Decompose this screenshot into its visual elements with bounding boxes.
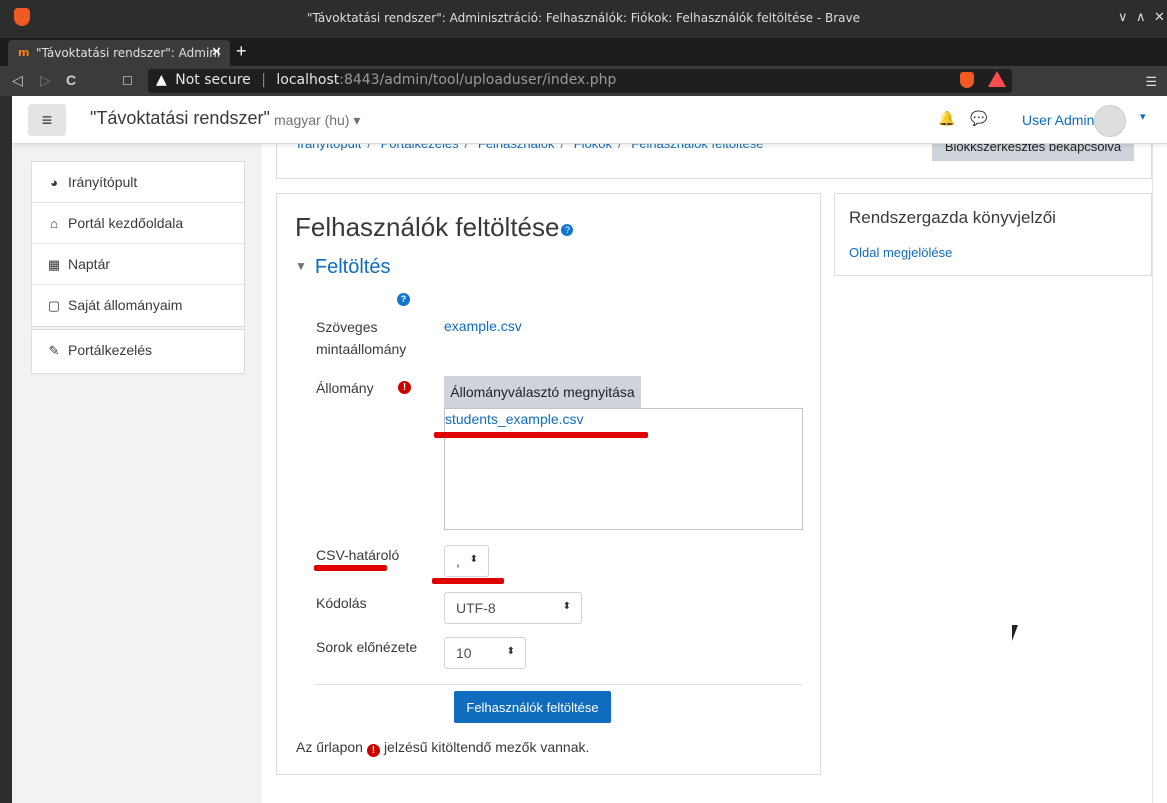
- window-title: "Távoktatási rendszer": Adminisztráció: …: [306, 11, 861, 25]
- required-icon: !: [398, 381, 411, 394]
- help-icon[interactable]: ?: [561, 224, 574, 236]
- nav-drawer: ◕ Irányítópult ⌂ Portál kezdőoldala ▦ Naptá…: [31, 161, 245, 327]
- dashboard-icon: ◕: [50, 175, 58, 190]
- drawer-toggle-button[interactable]: ≡: [28, 104, 66, 136]
- tab-bar: m "Távoktatási rendszer": Admini ✕: [0, 38, 1167, 66]
- tab-title: "Távoktatási rendszer": Admini: [36, 46, 221, 60]
- address-bar[interactable]: ▲ Not secure | localhost:8443/admin/tool…: [148, 69, 1012, 93]
- language-menu[interactable]: magyar (hu) ▾: [274, 112, 360, 129]
- security-label[interactable]: Not secure: [175, 72, 251, 88]
- back-icon[interactable]: ◁: [12, 72, 23, 89]
- annotation-underline: [434, 432, 648, 438]
- notifications-icon[interactable]: 🔔: [938, 110, 955, 127]
- reload-icon[interactable]: C: [66, 72, 76, 88]
- bookmark-icon[interactable]: ☐: [122, 74, 133, 88]
- required-fields-note: Az űrlapon! jelzésű kitöltendő mezők vann…: [296, 739, 590, 757]
- sample-file-label: Szöveges mintaállomány: [316, 319, 407, 357]
- warning-icon: ▲: [156, 72, 167, 88]
- upload-users-button[interactable]: Felhasználók feltöltése: [454, 691, 611, 723]
- preview-rows-label: Sorok előnézete: [316, 639, 418, 655]
- sidebar-item-site-admin[interactable]: ✎ Portálkezelés: [32, 330, 244, 373]
- forward-icon[interactable]: ▷: [40, 72, 51, 89]
- page-title: Felhasználók feltöltése?: [295, 212, 574, 243]
- section-upload[interactable]: ▼ Feltöltés: [295, 256, 390, 279]
- file-icon: ▢: [47, 298, 61, 313]
- new-tab-icon[interactable]: +: [236, 41, 247, 62]
- block-title: Rendszergazda könyvjelzői: [849, 208, 1056, 227]
- url-host: localhost: [276, 72, 340, 88]
- toolbar: ◁ ▷ C ☐ ▲ Not secure | localhost:8443/ad…: [0, 66, 1167, 96]
- maximize-icon[interactable]: ∧: [1136, 9, 1146, 25]
- brave-rewards-icon[interactable]: [988, 71, 1006, 87]
- brave-shields-icon[interactable]: [960, 72, 974, 88]
- nav-drawer-admin: ✎ Portálkezelés: [31, 329, 245, 374]
- annotation-underline: [432, 578, 504, 584]
- example-csv-link[interactable]: example.csv: [444, 318, 522, 334]
- url-path: :8443/admin/tool/uploaduser/index.php: [339, 72, 617, 88]
- preview-rows-select[interactable]: 10 ⬍: [444, 637, 526, 669]
- sidebar-item-label: Naptár: [68, 256, 111, 272]
- admin-bookmarks-block: [834, 193, 1152, 276]
- encoding-label: Kódolás: [316, 595, 367, 611]
- user-menu-name[interactable]: User Admin: [1022, 112, 1094, 128]
- messages-icon[interactable]: 💬: [970, 110, 987, 127]
- site-name[interactable]: "Távoktatási rendszer": [90, 108, 270, 129]
- browser-menu-icon[interactable]: ☰: [1145, 74, 1157, 90]
- sidebar-item-site-home[interactable]: ⌂ Portál kezdőoldala: [32, 203, 244, 244]
- mouse-cursor-icon: [1012, 625, 1024, 641]
- encoding-select[interactable]: UTF-8 ⬍: [444, 592, 582, 624]
- minimize-icon[interactable]: ∨: [1118, 9, 1128, 25]
- delimiter-label: CSV-határoló: [316, 547, 400, 563]
- delimiter-select[interactable]: , ⬍: [444, 545, 489, 577]
- close-tab-icon[interactable]: ✕: [211, 45, 222, 60]
- help-icon[interactable]: ?: [397, 293, 410, 306]
- sidebar-item-label: Irányítópult: [68, 174, 138, 190]
- avatar[interactable]: [1094, 105, 1126, 137]
- home-icon: ⌂: [50, 216, 58, 231]
- select-arrows-icon: ⬍: [469, 554, 478, 565]
- sidebar-item-label: Saját állományaim: [68, 297, 183, 313]
- bookmark-page-link[interactable]: Oldal megjelölése: [849, 245, 952, 260]
- file-picker-button[interactable]: Állományválasztó megnyitása: [444, 376, 641, 408]
- sidebar-item-dashboard[interactable]: ◕ Irányítópult: [32, 162, 244, 203]
- calendar-icon: ▦: [47, 257, 61, 272]
- file-label: Állomány: [316, 380, 374, 396]
- select-arrows-icon: ⬍: [562, 601, 571, 612]
- collapse-caret-icon: ▼: [295, 259, 307, 273]
- moodle-favicon-icon: m: [18, 46, 30, 59]
- required-icon: !: [366, 744, 380, 757]
- selected-file-link[interactable]: students_example.csv: [445, 411, 584, 427]
- browser-tab[interactable]: m "Távoktatási rendszer": Admini ✕: [8, 40, 230, 66]
- close-window-icon[interactable]: ✕: [1154, 9, 1165, 25]
- window-titlebar: "Távoktatási rendszer": Adminisztráció: …: [0, 0, 1167, 38]
- divider: [315, 684, 802, 685]
- file-drop-area[interactable]: students_example.csv: [444, 408, 803, 530]
- sidebar-item-label: Portálkezelés: [68, 342, 153, 358]
- window-edge: [0, 96, 12, 803]
- chevron-down-icon[interactable]: ▾: [1140, 110, 1146, 123]
- scrollbar[interactable]: [1152, 144, 1167, 803]
- sidebar-item-calendar[interactable]: ▦ Naptár: [32, 244, 244, 285]
- sidebar-item-label: Portál kezdőoldala: [68, 215, 184, 231]
- annotation-underline: [314, 565, 387, 571]
- sidebar-item-private-files[interactable]: ▢ Saját állományaim: [32, 285, 244, 326]
- wrench-icon: ✎: [48, 343, 60, 358]
- select-arrows-icon: ⬍: [506, 646, 515, 657]
- site-navbar: ≡ "Távoktatási rendszer" magyar (hu) ▾ 🔔…: [12, 96, 1167, 144]
